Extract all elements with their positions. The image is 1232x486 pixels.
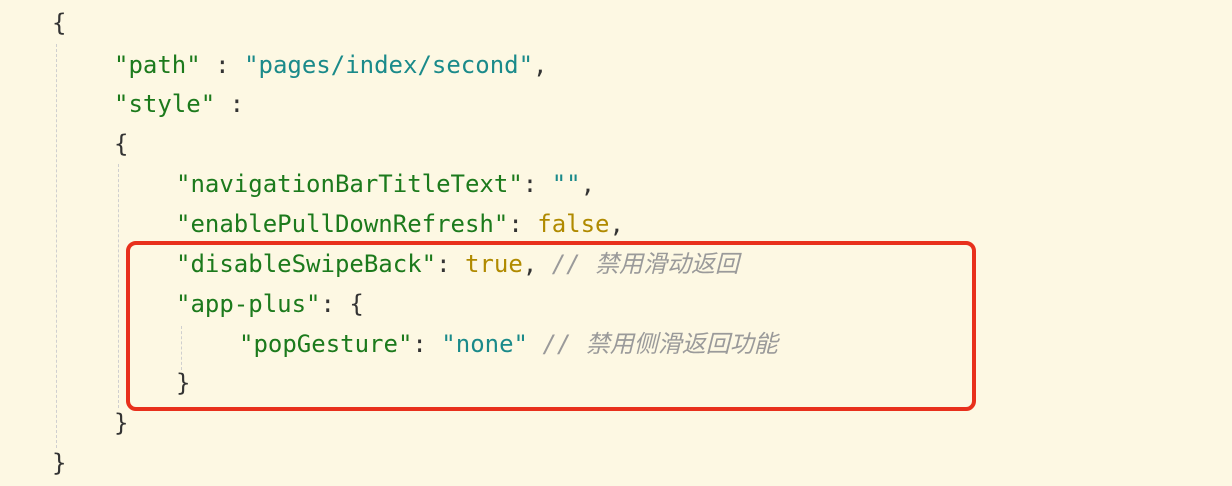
code-token: { bbox=[52, 9, 67, 37]
code-line: { bbox=[114, 124, 128, 164]
code-token: , bbox=[609, 210, 624, 238]
code-token: { bbox=[114, 130, 129, 158]
code-line: "navigationBarTitleText": "", bbox=[176, 164, 595, 204]
code-token: "path" bbox=[114, 51, 201, 79]
code-token: , bbox=[533, 51, 548, 79]
code-line: } bbox=[52, 443, 66, 483]
code-line: "style" : bbox=[114, 84, 244, 124]
indent-guide bbox=[118, 164, 119, 408]
code-editor[interactable]: {"path" : "pages/index/second", "style" :… bbox=[0, 0, 1232, 486]
code-token: "enablePullDownRefresh" bbox=[176, 210, 509, 238]
code-token: } bbox=[114, 409, 129, 437]
code-line: "path" : "pages/index/second", bbox=[114, 45, 548, 85]
code-token: } bbox=[52, 449, 67, 477]
code-token: : bbox=[215, 90, 245, 118]
code-token: , bbox=[580, 170, 596, 198]
code-token: "" bbox=[551, 170, 581, 198]
indent-guide bbox=[56, 44, 57, 448]
code-token: "style" bbox=[114, 90, 216, 118]
code-token: : bbox=[508, 210, 538, 238]
code-line: "enablePullDownRefresh": false, bbox=[176, 204, 624, 244]
code-line: { bbox=[52, 3, 66, 43]
code-token: "navigationBarTitleText" bbox=[176, 170, 523, 198]
code-line: } bbox=[114, 403, 128, 443]
highlight-annotation-box bbox=[126, 241, 976, 411]
code-token: "pages/index/second" bbox=[244, 51, 534, 79]
code-token: false bbox=[537, 210, 610, 238]
code-token: : bbox=[200, 51, 245, 79]
code-token: : bbox=[522, 170, 552, 198]
